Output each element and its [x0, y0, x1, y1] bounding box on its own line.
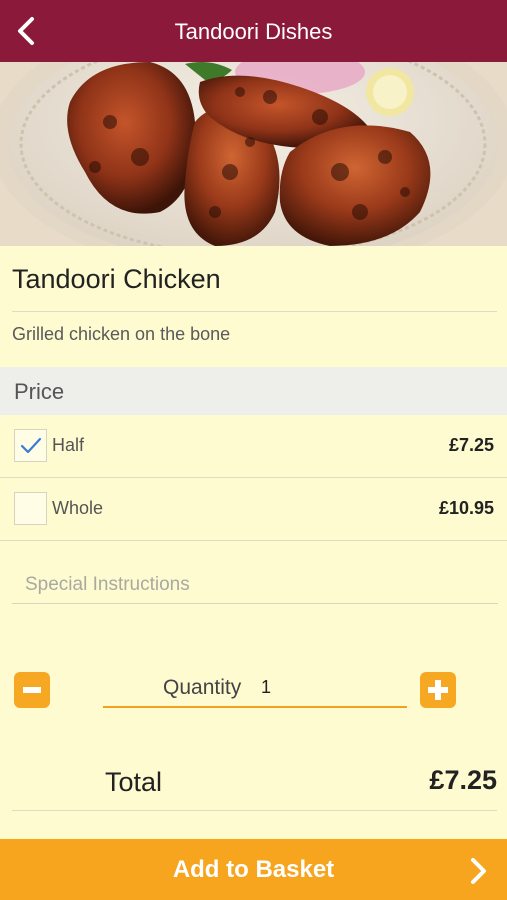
- divider: [12, 311, 497, 312]
- dish-image: [0, 62, 507, 246]
- checkbox-half[interactable]: [14, 429, 47, 462]
- price-option-half[interactable]: Half £7.25: [0, 415, 507, 477]
- option-label: Whole: [52, 498, 104, 518]
- checkbox-whole[interactable]: [14, 492, 47, 525]
- add-to-basket-button[interactable]: Add to Basket: [0, 839, 507, 900]
- increase-quantity-button[interactable]: [420, 672, 456, 708]
- minus-icon: [23, 687, 41, 693]
- total-label: Total: [105, 767, 163, 797]
- divider: [12, 810, 497, 811]
- quantity-value[interactable]: 1: [261, 677, 271, 698]
- quantity-label: Quantity: [163, 676, 242, 699]
- total-value: £7.25: [429, 765, 497, 795]
- price-heading: Price: [14, 379, 65, 404]
- add-to-basket-label: Add to Basket: [172, 856, 335, 883]
- plus-icon: [428, 680, 448, 700]
- divider: [0, 540, 507, 541]
- price-section-header: Price: [0, 367, 507, 415]
- decrease-quantity-button[interactable]: [14, 672, 50, 708]
- price-option-whole[interactable]: Whole £10.95: [0, 478, 507, 540]
- option-price: £7.25: [448, 435, 494, 455]
- dish-description: Grilled chicken on the bone: [12, 324, 231, 344]
- checkmark-icon: [20, 437, 41, 453]
- option-price: £10.95: [438, 498, 494, 518]
- page-title: Tandoori Dishes: [174, 19, 333, 44]
- option-label: Half: [52, 435, 85, 455]
- quantity-field[interactable]: Quantity 1: [103, 670, 407, 708]
- top-bar: Tandoori Dishes: [0, 0, 507, 62]
- chevron-right-icon: [471, 858, 486, 884]
- dish-title: Tandoori Chicken: [12, 264, 221, 294]
- special-instructions-input[interactable]: [12, 560, 498, 604]
